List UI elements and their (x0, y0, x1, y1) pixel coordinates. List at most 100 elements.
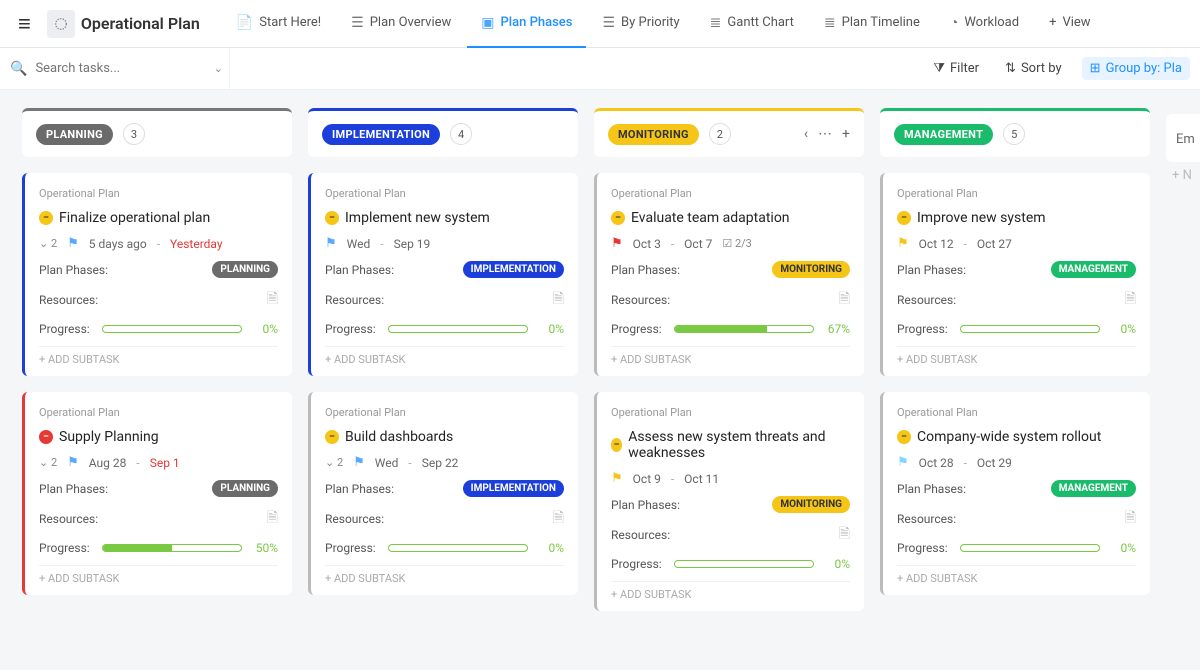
attachment-icon[interactable]: 🗎 (839, 523, 850, 547)
add-subtask-button[interactable]: + ADD SUBTASK (325, 565, 564, 585)
phase-pill: PLANNING (212, 480, 278, 497)
card-breadcrumb: Operational Plan (897, 406, 1136, 419)
filter-button[interactable]: ⧩Filter (927, 57, 985, 80)
groupby-button[interactable]: ⊞Group by: Pla (1082, 57, 1190, 80)
task-card[interactable]: Operational Plan – Company-wide system r… (880, 392, 1150, 595)
tab-plan-phases[interactable]: ▣Plan Phases (467, 0, 586, 48)
progress-bar[interactable] (960, 325, 1100, 333)
tab-timeline[interactable]: ≣Plan Timeline (810, 0, 934, 48)
status-icon[interactable]: – (897, 430, 911, 444)
meta-row: ⌄ 2⚑Wed-Sep 22 (325, 455, 564, 470)
add-subtask-button[interactable]: + ADD SUBTASK (611, 581, 850, 601)
subtask-count: ⌄ 2 (39, 456, 57, 469)
add-subtask-button[interactable]: + ADD SUBTASK (897, 346, 1136, 366)
search-input[interactable] (35, 61, 205, 76)
column-count: 2 (709, 123, 731, 145)
resources-row: Resources: 🗎 (39, 507, 278, 531)
plus-icon: + (1049, 15, 1056, 30)
task-card[interactable]: Operational Plan – Assess new system thr… (594, 392, 864, 611)
attachment-icon[interactable]: 🗎 (1125, 288, 1136, 312)
add-view-button[interactable]: +View (1035, 0, 1105, 48)
view-controls: ⧩Filter ⇅Sort by ⊞Group by: Pla (927, 57, 1190, 80)
task-card[interactable]: Operational Plan – Build dashboards ⌄ 2⚑… (308, 392, 578, 595)
progress-bar[interactable] (674, 325, 814, 333)
tabs: 📄Start Here! ☰Plan Overview ▣Plan Phases… (222, 0, 1105, 48)
status-icon[interactable]: – (39, 430, 53, 444)
attachment-icon[interactable]: 🗎 (553, 288, 564, 312)
resources-row: Resources: 🗎 (897, 507, 1136, 531)
flag-icon: ⚑ (897, 236, 909, 251)
date-end: Oct 11 (684, 472, 719, 486)
phase-row: Plan Phases: MONITORING (611, 496, 850, 513)
progress-bar[interactable] (388, 325, 528, 333)
phase-pill: PLANNING (212, 261, 278, 278)
task-card[interactable]: Operational Plan – Evaluate team adaptat… (594, 173, 864, 376)
collapse-icon[interactable]: ‹ (804, 126, 808, 142)
search-box[interactable]: 🔍 ⌄ (10, 48, 230, 90)
status-icon[interactable]: – (611, 438, 622, 452)
status-icon[interactable]: – (325, 211, 339, 225)
attachment-icon[interactable]: 🗎 (267, 507, 278, 531)
tab-start-here[interactable]: 📄Start Here! (222, 0, 335, 48)
sort-button[interactable]: ⇅Sort by (999, 57, 1068, 80)
project-title: Operational Plan (81, 14, 200, 33)
plus-icon[interactable]: + (842, 126, 850, 142)
column-header-management[interactable]: MANAGEMENT 5 (880, 108, 1150, 157)
column-header-monitoring[interactable]: MONITORING 2 ‹ ⋯ + (594, 108, 864, 157)
tab-workload[interactable]: ◔Workload (936, 0, 1033, 48)
task-card[interactable]: Operational Plan – Finalize operational … (22, 173, 292, 376)
add-subtask-button[interactable]: + ADD SUBTASK (39, 565, 278, 585)
task-card[interactable]: Operational Plan – Implement new system … (308, 173, 578, 376)
progress-value: 67% (822, 322, 850, 336)
resources-row: Resources: 🗎 (325, 288, 564, 312)
resources-row: Resources: 🗎 (325, 507, 564, 531)
progress-bar[interactable] (102, 325, 242, 333)
card-breadcrumb: Operational Plan (325, 187, 564, 200)
status-icon[interactable]: – (39, 211, 53, 225)
date-start: Aug 28 (89, 456, 127, 470)
chevron-down-icon[interactable]: ⌄ (214, 62, 223, 75)
attachment-icon[interactable]: 🗎 (1125, 507, 1136, 531)
phase-row: Plan Phases: MANAGEMENT (897, 261, 1136, 278)
menu-icon[interactable]: ≡ (8, 7, 41, 41)
project-icon[interactable] (47, 10, 75, 38)
progress-bar[interactable] (960, 544, 1100, 552)
resources-row: Resources: 🗎 (897, 288, 1136, 312)
status-icon[interactable]: – (611, 211, 625, 225)
tab-plan-overview[interactable]: ☰Plan Overview (337, 0, 465, 48)
column-planning: PLANNING 3 Operational Plan – Finalize o… (22, 108, 292, 611)
date-start: Oct 9 (633, 472, 661, 486)
phase-pill: MONITORING (772, 496, 850, 513)
add-subtask-button[interactable]: + ADD SUBTASK (39, 346, 278, 366)
phase-pill: IMPLEMENTATION (463, 480, 564, 497)
subtask-count: ⌄ 2 (39, 237, 57, 250)
column-header-implementation[interactable]: IMPLEMENTATION 4 (308, 108, 578, 157)
progress-bar[interactable] (102, 544, 242, 552)
card-breadcrumb: Operational Plan (39, 187, 278, 200)
status-icon[interactable]: – (897, 211, 911, 225)
progress-row: Progress: 0% (325, 541, 564, 555)
task-card[interactable]: Operational Plan – Supply Planning ⌄ 2⚑A… (22, 392, 292, 595)
add-subtask-button[interactable]: + ADD SUBTASK (325, 346, 564, 366)
add-card-button[interactable]: + N (1166, 162, 1200, 183)
progress-value: 0% (536, 541, 564, 555)
status-icon[interactable]: – (325, 430, 339, 444)
task-card[interactable]: Operational Plan – Improve new system ⚑O… (880, 173, 1150, 376)
flag-icon: ⚑ (897, 455, 909, 470)
card-breadcrumb: Operational Plan (611, 187, 850, 200)
progress-bar[interactable] (388, 544, 528, 552)
resources-row: Resources: 🗎 (611, 288, 850, 312)
attachment-icon[interactable]: 🗎 (553, 507, 564, 531)
column-header-planning[interactable]: PLANNING 3 (22, 108, 292, 157)
tab-gantt[interactable]: ≣Gantt Chart (696, 0, 808, 48)
tab-by-priority[interactable]: ☰By Priority (588, 0, 693, 48)
list-icon: ☰ (351, 15, 364, 31)
progress-bar[interactable] (674, 560, 814, 568)
add-subtask-button[interactable]: + ADD SUBTASK (897, 565, 1136, 585)
phase-row: Plan Phases: PLANNING (39, 261, 278, 278)
attachment-icon[interactable]: 🗎 (267, 288, 278, 312)
add-subtask-button[interactable]: + ADD SUBTASK (611, 346, 850, 366)
column-header-extra[interactable]: Em (1166, 114, 1200, 162)
more-icon[interactable]: ⋯ (818, 126, 832, 142)
attachment-icon[interactable]: 🗎 (839, 288, 850, 312)
